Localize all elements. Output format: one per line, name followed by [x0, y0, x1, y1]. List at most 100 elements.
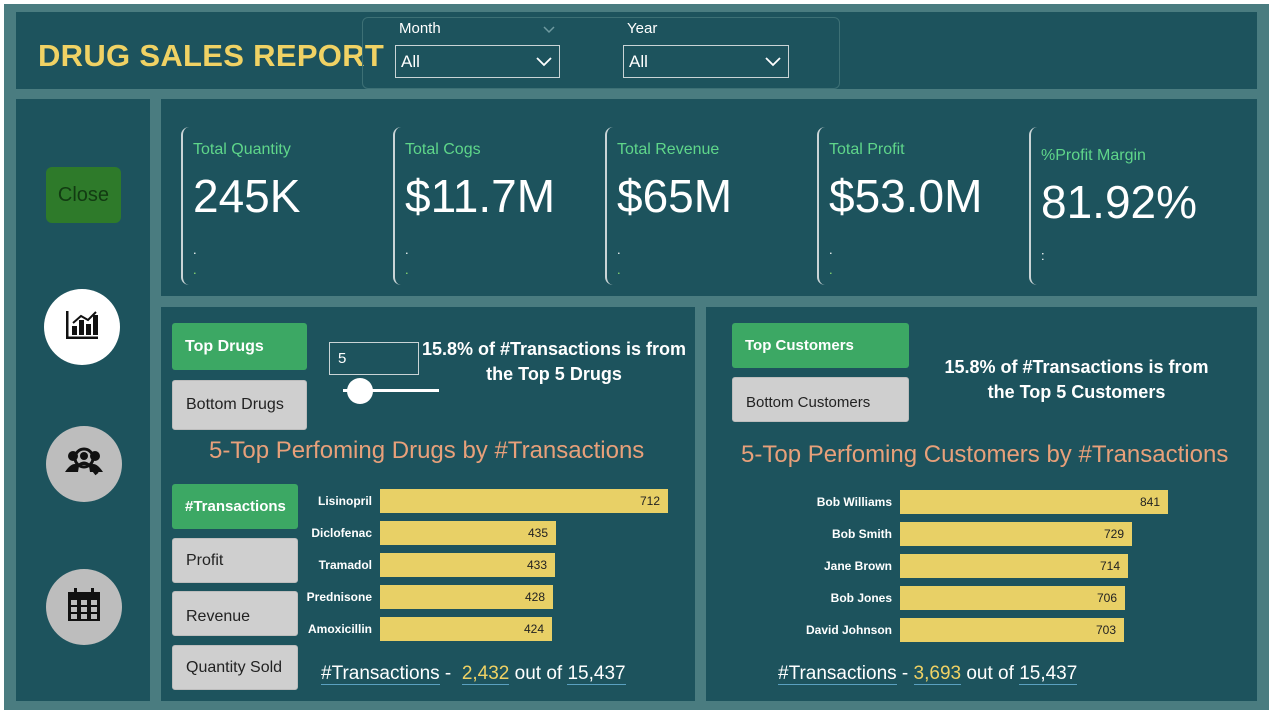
bar[interactable]: 712 [380, 489, 668, 513]
footer-total: 15,437 [1019, 663, 1078, 685]
bottom-drugs-button[interactable]: Bottom Drugs [172, 380, 307, 430]
kpi-card: Total Quantity 245K . . [181, 127, 381, 285]
bar-value-label: 428 [524, 590, 545, 604]
bar[interactable]: 428 [380, 585, 553, 609]
top-drugs-panel: Top Drugs Bottom Drugs 5 15.8% of #Trans… [161, 307, 695, 701]
customer-search-icon [64, 444, 104, 485]
drugs-insight-text: 15.8% of #Transactions is from the Top 5… [419, 337, 689, 387]
footer-label: #Transactions [321, 663, 440, 685]
bar-value-label: 841 [1139, 495, 1160, 509]
kpi-note: . [405, 242, 409, 257]
year-select[interactable]: All [623, 45, 789, 78]
kpi-note: . [193, 262, 197, 277]
kpi-note: : [1041, 248, 1045, 263]
kpi-label: Total Quantity [193, 141, 291, 158]
footer-total: 15,437 [567, 663, 626, 685]
footer-sep: - [439, 663, 457, 684]
nav-customers[interactable] [46, 426, 122, 502]
top-customers-panel: Top Customers Bottom Customers 15.8% of … [706, 307, 1257, 701]
report-title: DRUG SALES REPORT [38, 38, 385, 73]
bar-category-label: Amoxicillin [307, 622, 372, 636]
kpi-label: Total Revenue [617, 141, 720, 158]
bar[interactable]: 841 [900, 490, 1168, 514]
bar[interactable]: 706 [900, 586, 1125, 610]
customers-insight-text: 15.8% of #Transactions is from the Top 5… [934, 355, 1219, 405]
kpi-card: Total Profit $53.0M . . [817, 127, 1017, 285]
bar[interactable]: 424 [380, 617, 552, 641]
month-select-value: All [401, 52, 420, 71]
bar-value-label: 729 [1103, 527, 1124, 541]
metric-quantity-button[interactable]: Quantity Sold [172, 645, 298, 690]
bar-value-label: 714 [1099, 559, 1120, 573]
bar-category-label: Diclofenac [311, 526, 372, 540]
bar-chart-icon [64, 309, 100, 346]
bar-value-label: 706 [1096, 591, 1117, 605]
bar-category-label: Bob Williams [816, 495, 892, 509]
kpi-note: . [829, 242, 833, 257]
customers-chart-title: 5-Top Perfoming Customers by #Transactio… [741, 441, 1229, 468]
bar[interactable]: 703 [900, 618, 1124, 642]
kpi-value: $65M [617, 170, 733, 222]
bar-category-label: Lisinopril [318, 494, 372, 508]
year-select-value: All [629, 52, 648, 71]
close-button[interactable]: Close [46, 167, 121, 223]
top-drugs-button[interactable]: Top Drugs [172, 323, 307, 370]
footer-value: 2,432 [461, 663, 510, 685]
insight-line: the Top 5 Customers [987, 382, 1166, 402]
kpi-card: Total Cogs $11.7M . . [393, 127, 593, 285]
bar-value-label: 424 [523, 622, 544, 636]
dashboard-frame: DRUG SALES REPORT Month All Year All Clo… [4, 4, 1269, 710]
insight-line: the Top 5 Drugs [486, 364, 622, 384]
kpi-label: %Profit Margin [1041, 147, 1146, 164]
bar-value-label: 435 [527, 526, 548, 540]
bar-category-label: Jane Brown [823, 559, 892, 573]
kpi-label: Total Profit [829, 141, 905, 158]
bar-category-label: Bob Smith [832, 527, 892, 541]
bar-value-label: 433 [526, 558, 547, 572]
footer-mid: out of [961, 663, 1020, 684]
bar[interactable]: 729 [900, 522, 1132, 546]
bar-category-label: Bob Jones [830, 591, 892, 605]
bar[interactable]: 714 [900, 554, 1128, 578]
kpi-label: Total Cogs [405, 141, 481, 158]
bar-category-label: Tramadol [318, 558, 372, 572]
bar[interactable]: 433 [380, 553, 555, 577]
chevron-down-icon[interactable] [543, 22, 555, 34]
kpi-panel: Total Quantity 245K . . Total Cogs $11.7… [161, 99, 1257, 296]
kpi-card: %Profit Margin 81.92% : [1029, 127, 1239, 285]
bottom-customers-button[interactable]: Bottom Customers [732, 377, 909, 422]
chevron-down-icon [535, 52, 553, 70]
kpi-note: . [617, 262, 621, 277]
chevron-down-icon [764, 52, 782, 70]
nav-calendar[interactable] [46, 569, 122, 645]
bar[interactable]: 435 [380, 521, 556, 545]
nav-sales-overview[interactable] [44, 289, 120, 365]
calendar-icon [65, 586, 103, 629]
year-filter-label: Year [627, 20, 658, 37]
kpi-value: 245K [193, 170, 301, 222]
footer-sep: - [896, 663, 914, 684]
bar-category-label: Prednisone [306, 590, 372, 604]
insight-line: 15.8% of #Transactions is from [421, 339, 687, 359]
top-n-input[interactable]: 5 [329, 342, 419, 375]
kpi-card: Total Revenue $65M . . [605, 127, 805, 285]
drugs-chart-title: 5-Top Perfoming Drugs by #Transactions [209, 437, 645, 464]
kpi-value: 81.92% [1041, 176, 1198, 228]
month-select[interactable]: All [395, 45, 560, 78]
filter-box: Month All Year All [362, 17, 840, 89]
insight-line: 15.8% of #Transactions is from [944, 357, 1209, 377]
kpi-value: $53.0M [829, 170, 983, 222]
sidebar: Close [16, 99, 150, 701]
top-customers-button[interactable]: Top Customers [732, 323, 909, 368]
bar-category-label: David Johnson [805, 623, 892, 637]
bar-value-label: 712 [639, 494, 660, 508]
kpi-note: . [193, 242, 197, 257]
kpi-value: $11.7M [405, 170, 556, 222]
header-panel: DRUG SALES REPORT Month All Year All [16, 12, 1257, 89]
top-n-slider-handle[interactable] [347, 378, 373, 404]
kpi-note: . [829, 262, 833, 277]
customers-transactions-footer: #Transactions - 3,693 out of 15,437 [778, 663, 1078, 685]
month-filter-label: Month [399, 20, 441, 37]
kpi-note: . [405, 262, 409, 277]
footer-mid: out of [509, 663, 568, 684]
